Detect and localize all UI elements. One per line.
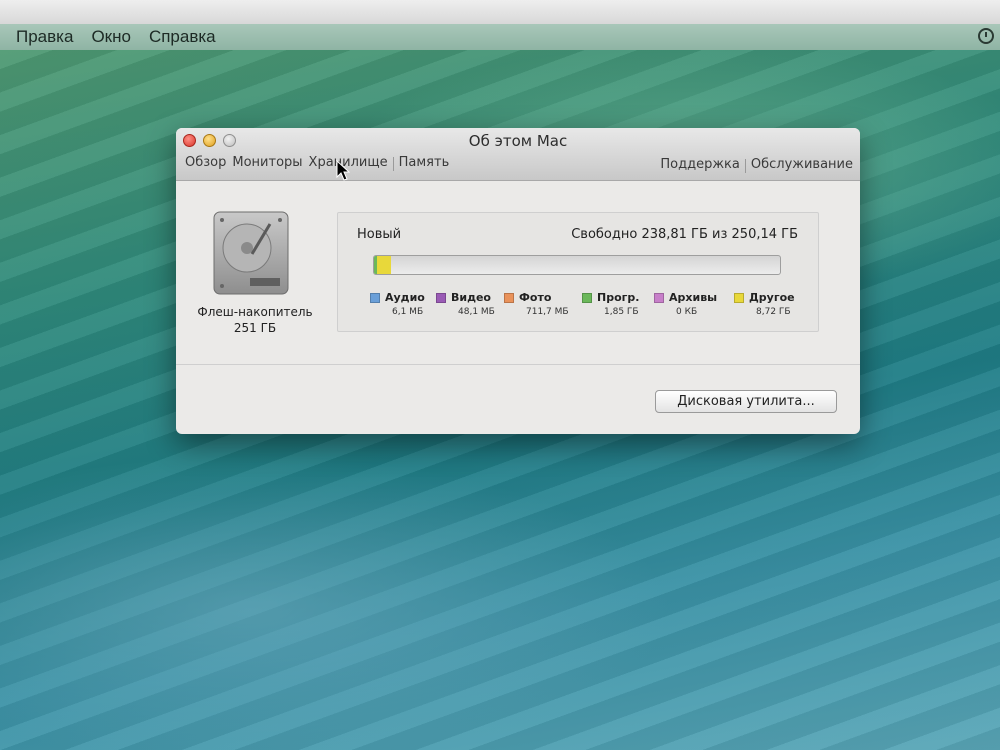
free-space-label: Свободно 238,81 ГБ из 250,14 ГБ xyxy=(571,227,798,242)
tab-separator xyxy=(744,159,746,173)
legend-row: Архивы xyxy=(654,291,734,304)
storage-usage-bar xyxy=(373,255,781,275)
legend-size: 711,7 МБ xyxy=(526,307,569,317)
legend-row: Аудио xyxy=(370,291,436,304)
top-strip xyxy=(0,0,1000,24)
legend-item: Архивы 0 КБ xyxy=(654,291,734,317)
tab-overview[interactable]: Обзор xyxy=(182,155,229,171)
tab-bar-left: Обзор Мониторы Хранилище Память xyxy=(182,155,452,171)
legend-size: 48,1 МБ xyxy=(458,307,495,317)
legend-swatch xyxy=(734,292,744,303)
tab-displays[interactable]: Мониторы xyxy=(229,155,305,171)
tab-service[interactable]: Обслуживание xyxy=(748,157,856,173)
legend-label: Аудио xyxy=(385,291,425,304)
storage-legend: Аудио 6,1 МБ Видео 48,1 МБ Фото 711,7 МБ Прогр… xyxy=(370,291,804,317)
tab-support[interactable]: Поддержка xyxy=(657,157,743,173)
menu-help[interactable]: Справка xyxy=(149,27,216,47)
time-machine-icon[interactable] xyxy=(978,28,994,44)
tab-memory[interactable]: Память xyxy=(396,155,453,171)
legend-swatch xyxy=(582,292,592,303)
legend-item: Прогр. 1,85 ГБ xyxy=(582,291,654,317)
flash-drive-icon xyxy=(213,211,289,295)
volume-name: Новый xyxy=(357,227,402,242)
menu-bar: Правка Окно Справка xyxy=(0,24,1000,51)
legend-row: Прогр. xyxy=(582,291,654,304)
tab-separator xyxy=(392,157,394,171)
mouse-cursor-icon xyxy=(336,160,350,181)
disk-utility-button[interactable]: Дисковая утилита... xyxy=(655,390,837,413)
tab-bar-right: Поддержка Обслуживание xyxy=(657,157,856,173)
legend-size: 8,72 ГБ xyxy=(756,307,791,317)
window-title: Об этом Mac xyxy=(468,132,568,150)
usage-segment-other xyxy=(377,256,392,274)
legend-label: Другое xyxy=(749,291,795,304)
legend-size: 6,1 МБ xyxy=(392,307,424,317)
legend-swatch xyxy=(370,292,380,303)
legend-row: Другое xyxy=(734,291,804,304)
window-toolbar: Об этом Mac Обзор Мониторы Хранилище Пам… xyxy=(176,128,860,181)
menu-edit[interactable]: Правка xyxy=(16,27,73,47)
legend-size: 1,85 ГБ xyxy=(604,307,639,317)
disk-name: Флеш-накопитель xyxy=(197,305,313,319)
legend-row: Фото xyxy=(504,291,582,304)
legend-label: Видео xyxy=(451,291,491,304)
legend-item: Видео 48,1 МБ xyxy=(436,291,504,317)
about-this-mac-window: Об этом Mac Обзор Мониторы Хранилище Пам… xyxy=(176,128,860,434)
menu-window[interactable]: Окно xyxy=(91,27,131,47)
legend-item: Аудио 6,1 МБ xyxy=(370,291,436,317)
legend-label: Прогр. xyxy=(597,291,640,304)
legend-swatch xyxy=(504,292,514,303)
legend-label: Фото xyxy=(519,291,552,304)
legend-item: Другое 8,72 ГБ xyxy=(734,291,804,317)
storage-panel: Новый Свободно 238,81 ГБ из 250,14 ГБ Ау… xyxy=(337,212,819,332)
divider xyxy=(176,364,860,365)
legend-row: Видео xyxy=(436,291,504,304)
legend-swatch xyxy=(436,292,446,303)
legend-swatch xyxy=(654,292,664,303)
legend-size: 0 КБ xyxy=(676,307,698,317)
legend-label: Архивы xyxy=(669,291,718,304)
disk-size: 251 ГБ xyxy=(233,321,277,335)
legend-item: Фото 711,7 МБ xyxy=(504,291,582,317)
